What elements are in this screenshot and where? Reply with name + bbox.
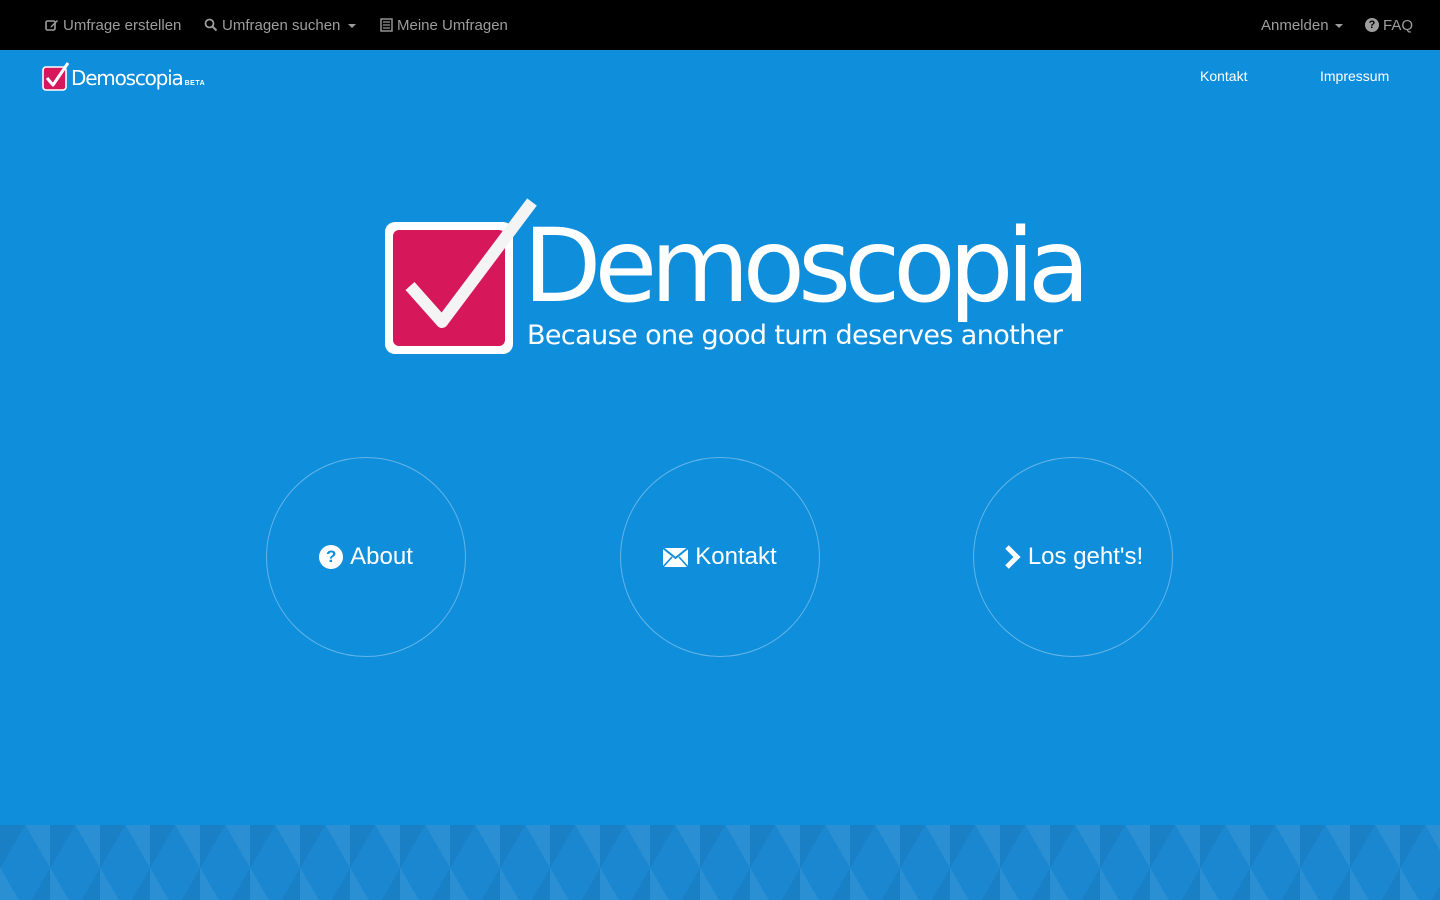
about-label: About	[350, 543, 413, 570]
beta-badge: BETA	[184, 80, 206, 87]
envelope-icon	[663, 547, 689, 567]
question-circle-icon: ?	[319, 545, 344, 569]
checkbox-logo-icon	[385, 198, 537, 354]
top-navbar: Umfrage erstellen Umfragen suchen Meine …	[0, 0, 1440, 50]
chevron-right-icon	[1003, 545, 1021, 569]
start-label: Los geht's!	[1027, 543, 1144, 570]
hero-logo: Demoscopia Because one good turn deserve…	[380, 198, 1090, 363]
my-surveys-link[interactable]: Meine Umfragen	[379, 0, 508, 50]
faq-link[interactable]: ? FAQ	[1365, 0, 1413, 50]
start-button[interactable]: Los geht's!	[973, 457, 1173, 657]
login-label: Anmelden	[1261, 16, 1329, 34]
brand-logo[interactable]: Demoscopia BETA	[42, 60, 205, 92]
list-icon	[379, 18, 393, 32]
hero-title: Demoscopia	[523, 207, 1090, 326]
checkbox-logo-icon	[42, 62, 70, 91]
my-surveys-label: Meine Umfragen	[397, 16, 508, 34]
search-surveys-label: Umfragen suchen	[222, 16, 341, 34]
edit-icon	[45, 18, 59, 32]
kontakt-button[interactable]: Kontakt	[620, 457, 820, 657]
login-dropdown[interactable]: Anmelden	[1261, 0, 1343, 50]
caret-down-icon	[1334, 23, 1343, 28]
triangle-pattern-band	[0, 825, 1440, 900]
hero-tagline: Because one good turn deserves another	[527, 320, 1063, 351]
header-link-kontakt[interactable]: Kontakt	[1200, 66, 1247, 86]
search-surveys-dropdown[interactable]: Umfragen suchen	[204, 0, 357, 50]
create-survey-label: Umfrage erstellen	[63, 16, 182, 34]
header-link-impressum[interactable]: Impressum	[1320, 66, 1389, 86]
brand-name: Demoscopia	[71, 66, 184, 90]
caret-down-icon	[348, 23, 357, 28]
kontakt-label: Kontakt	[695, 543, 777, 570]
question-circle-icon: ?	[1365, 18, 1379, 32]
search-icon	[204, 18, 218, 32]
about-button[interactable]: ? About	[266, 457, 466, 657]
faq-label: FAQ	[1383, 16, 1414, 34]
create-survey-link[interactable]: Umfrage erstellen	[45, 0, 181, 50]
